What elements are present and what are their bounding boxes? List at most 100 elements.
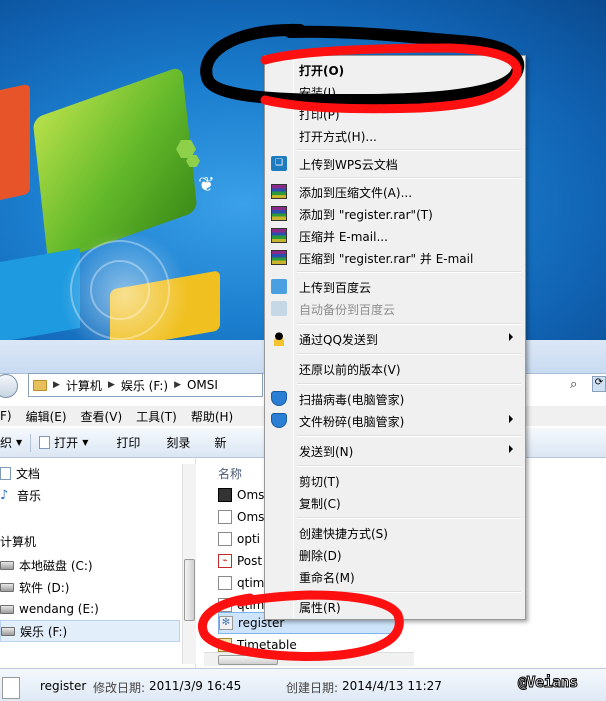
- menu-item-properties[interactable]: 属性(R): [267, 595, 523, 617]
- organize-label: 织: [0, 436, 13, 450]
- menu-item-create-shortcut[interactable]: 创建快捷方式(S): [267, 521, 523, 543]
- windows-logo-red: [0, 83, 30, 207]
- submenu-arrow-icon: [509, 415, 513, 423]
- winrar-icon: [271, 206, 287, 221]
- menu-item-label: 文件粉碎(电脑管家): [299, 415, 405, 429]
- winrar-icon: [271, 228, 287, 243]
- print-button[interactable]: 打印: [96, 434, 148, 451]
- menu-item-send-qq[interactable]: 通过QQ发送到: [267, 327, 523, 349]
- menu-item-label: 压缩并 E-mail...: [299, 230, 388, 244]
- nav-item-drive-f[interactable]: 娱乐 (F:): [0, 620, 180, 642]
- burn-button[interactable]: 刻录: [148, 434, 198, 451]
- menu-item-rename[interactable]: 重命名(M): [267, 565, 523, 587]
- menu-separator: [297, 591, 521, 593]
- menu-item-install[interactable]: 安装(I): [267, 80, 523, 102]
- file-name: Timetable: [237, 638, 297, 652]
- menu-item-send-to[interactable]: 发送到(N): [267, 439, 523, 461]
- breadcrumb-arrow-icon[interactable]: ▶: [174, 380, 181, 390]
- nav-scrollbar[interactable]: [182, 464, 196, 664]
- registry-file-icon: ✻: [219, 616, 233, 630]
- menu-separator: [297, 149, 521, 151]
- context-menu: 打开(O) 安装(I) 打印(P) 打开方式(H)... ❑ 上传到WPS云文档…: [264, 55, 526, 620]
- menu-item-restore-versions[interactable]: 还原以前的版本(V): [267, 357, 523, 379]
- nav-item-label: wendang (E:): [19, 602, 99, 616]
- chevron-down-icon: ▼: [82, 438, 89, 447]
- chevron-down-icon: ▼: [16, 438, 23, 447]
- menu-item-shred-file[interactable]: 文件粉碎(电脑管家): [267, 409, 523, 431]
- modified-value: 2011/3/9 16:45: [149, 679, 242, 693]
- nav-item-documents[interactable]: 文档: [0, 462, 40, 484]
- drive-icon: [1, 626, 15, 636]
- text-file-icon: [218, 576, 232, 590]
- menu-item-wps-upload[interactable]: ❑ 上传到WPS云文档: [267, 152, 523, 174]
- breadcrumb-arrow-icon[interactable]: ▶: [108, 380, 115, 390]
- menu-item-compress-rar-email[interactable]: 压缩到 "register.rar" 并 E-mail: [267, 246, 523, 268]
- menu-item-add-archive[interactable]: 添加到压缩文件(A)...: [267, 180, 523, 202]
- file-name: qtim: [237, 576, 265, 590]
- menu-item-baidu-backup: 自动备份到百度云: [267, 297, 523, 319]
- menu-item-copy[interactable]: 复制(C): [267, 491, 523, 513]
- menu-item-add-to-rar[interactable]: 添加到 "register.rar"(T): [267, 202, 523, 224]
- nav-item-drive-e[interactable]: wendang (E:): [0, 598, 99, 620]
- nav-item-label: 音乐: [17, 488, 42, 503]
- open-button[interactable]: 打开 ▼: [31, 434, 96, 451]
- menu-help[interactable]: 帮助(H): [191, 408, 233, 425]
- menu-view[interactable]: 查看(V): [81, 408, 123, 425]
- menu-item-delete[interactable]: 删除(D): [267, 543, 523, 565]
- breadcrumb-folder[interactable]: OMSI: [187, 378, 218, 392]
- winrar-icon: [271, 250, 287, 265]
- menu-edit[interactable]: 编辑(E): [26, 408, 67, 425]
- music-icon: ♪: [0, 487, 9, 503]
- pdf-icon: ⌁: [218, 554, 232, 568]
- menu-item-open-with[interactable]: 打开方式(H)...: [267, 124, 523, 146]
- menu-item-label: 剪切(T): [299, 475, 340, 489]
- text-file-icon: [218, 598, 232, 612]
- menu-item-print[interactable]: 打印(P): [267, 102, 523, 124]
- nav-item-drive-c[interactable]: 本地磁盘 (C:): [0, 554, 93, 576]
- menu-item-scan-virus[interactable]: 扫描病毒(电脑管家): [267, 387, 523, 409]
- organize-button[interactable]: 织 ▼: [0, 434, 30, 451]
- text-file-icon: [218, 510, 232, 524]
- menu-item-compress-email[interactable]: 压缩并 E-mail...: [267, 224, 523, 246]
- menu-item-label: 创建快捷方式(S): [299, 527, 388, 541]
- menu-item-open[interactable]: 打开(O): [267, 58, 523, 80]
- file-thumbnail-icon: [2, 677, 20, 699]
- menu-separator: [297, 177, 521, 179]
- details-pane: register 修改日期: 2011/3/9 16:45 创建日期: 2014…: [0, 668, 606, 701]
- breadcrumb-computer[interactable]: 计算机: [66, 377, 102, 394]
- menu-item-label: 发送到(N): [299, 445, 354, 459]
- file-name: Post: [237, 554, 263, 568]
- wps-cloud-icon: ❑: [271, 156, 287, 171]
- menu-file[interactable]: F): [0, 409, 12, 423]
- menu-item-label: 打印(P): [299, 108, 340, 122]
- nav-item-computer[interactable]: 计算机: [0, 530, 36, 552]
- menu-item-label: 删除(D): [299, 549, 342, 563]
- new-folder-button[interactable]: 新: [198, 434, 234, 451]
- breadcrumb-arrow-icon[interactable]: ▶: [53, 380, 60, 390]
- back-button[interactable]: [0, 374, 18, 398]
- nav-item-label: 文档: [16, 466, 41, 481]
- nav-item-label: 娱乐 (F:): [20, 624, 68, 639]
- menu-tools[interactable]: 工具(T): [136, 408, 177, 425]
- baidu-cloud-icon: [271, 279, 287, 294]
- menu-separator: [297, 323, 521, 325]
- address-bar[interactable]: ▶ 计算机 ▶ 娱乐 (F:) ▶ OMSI: [28, 373, 263, 397]
- nav-scrollbar-thumb[interactable]: [184, 559, 195, 621]
- search-icon[interactable]: ⌕: [570, 377, 577, 392]
- menu-item-label: 打开方式(H)...: [299, 130, 377, 144]
- exe-icon: [218, 488, 232, 502]
- menu-item-label: 重命名(M): [299, 571, 355, 585]
- new-folder-label: 新: [214, 436, 227, 450]
- breadcrumb-drive[interactable]: 娱乐 (F:): [121, 377, 168, 394]
- menu-item-baidu-upload[interactable]: 上传到百度云: [267, 275, 523, 297]
- horizontal-scrollbar-thumb[interactable]: [218, 655, 278, 665]
- refresh-icon[interactable]: ⟳: [592, 376, 606, 392]
- nav-item-music[interactable]: ♪ 音乐: [0, 484, 41, 506]
- column-header-name[interactable]: 名称: [218, 465, 242, 482]
- nav-item-drive-d[interactable]: 软件 (D:): [0, 576, 69, 598]
- menu-separator: [297, 353, 521, 355]
- horizontal-scrollbar[interactable]: [204, 652, 414, 666]
- menu-item-cut[interactable]: 剪切(T): [267, 469, 523, 491]
- menu-separator: [297, 383, 521, 385]
- file-name: opti: [237, 532, 260, 546]
